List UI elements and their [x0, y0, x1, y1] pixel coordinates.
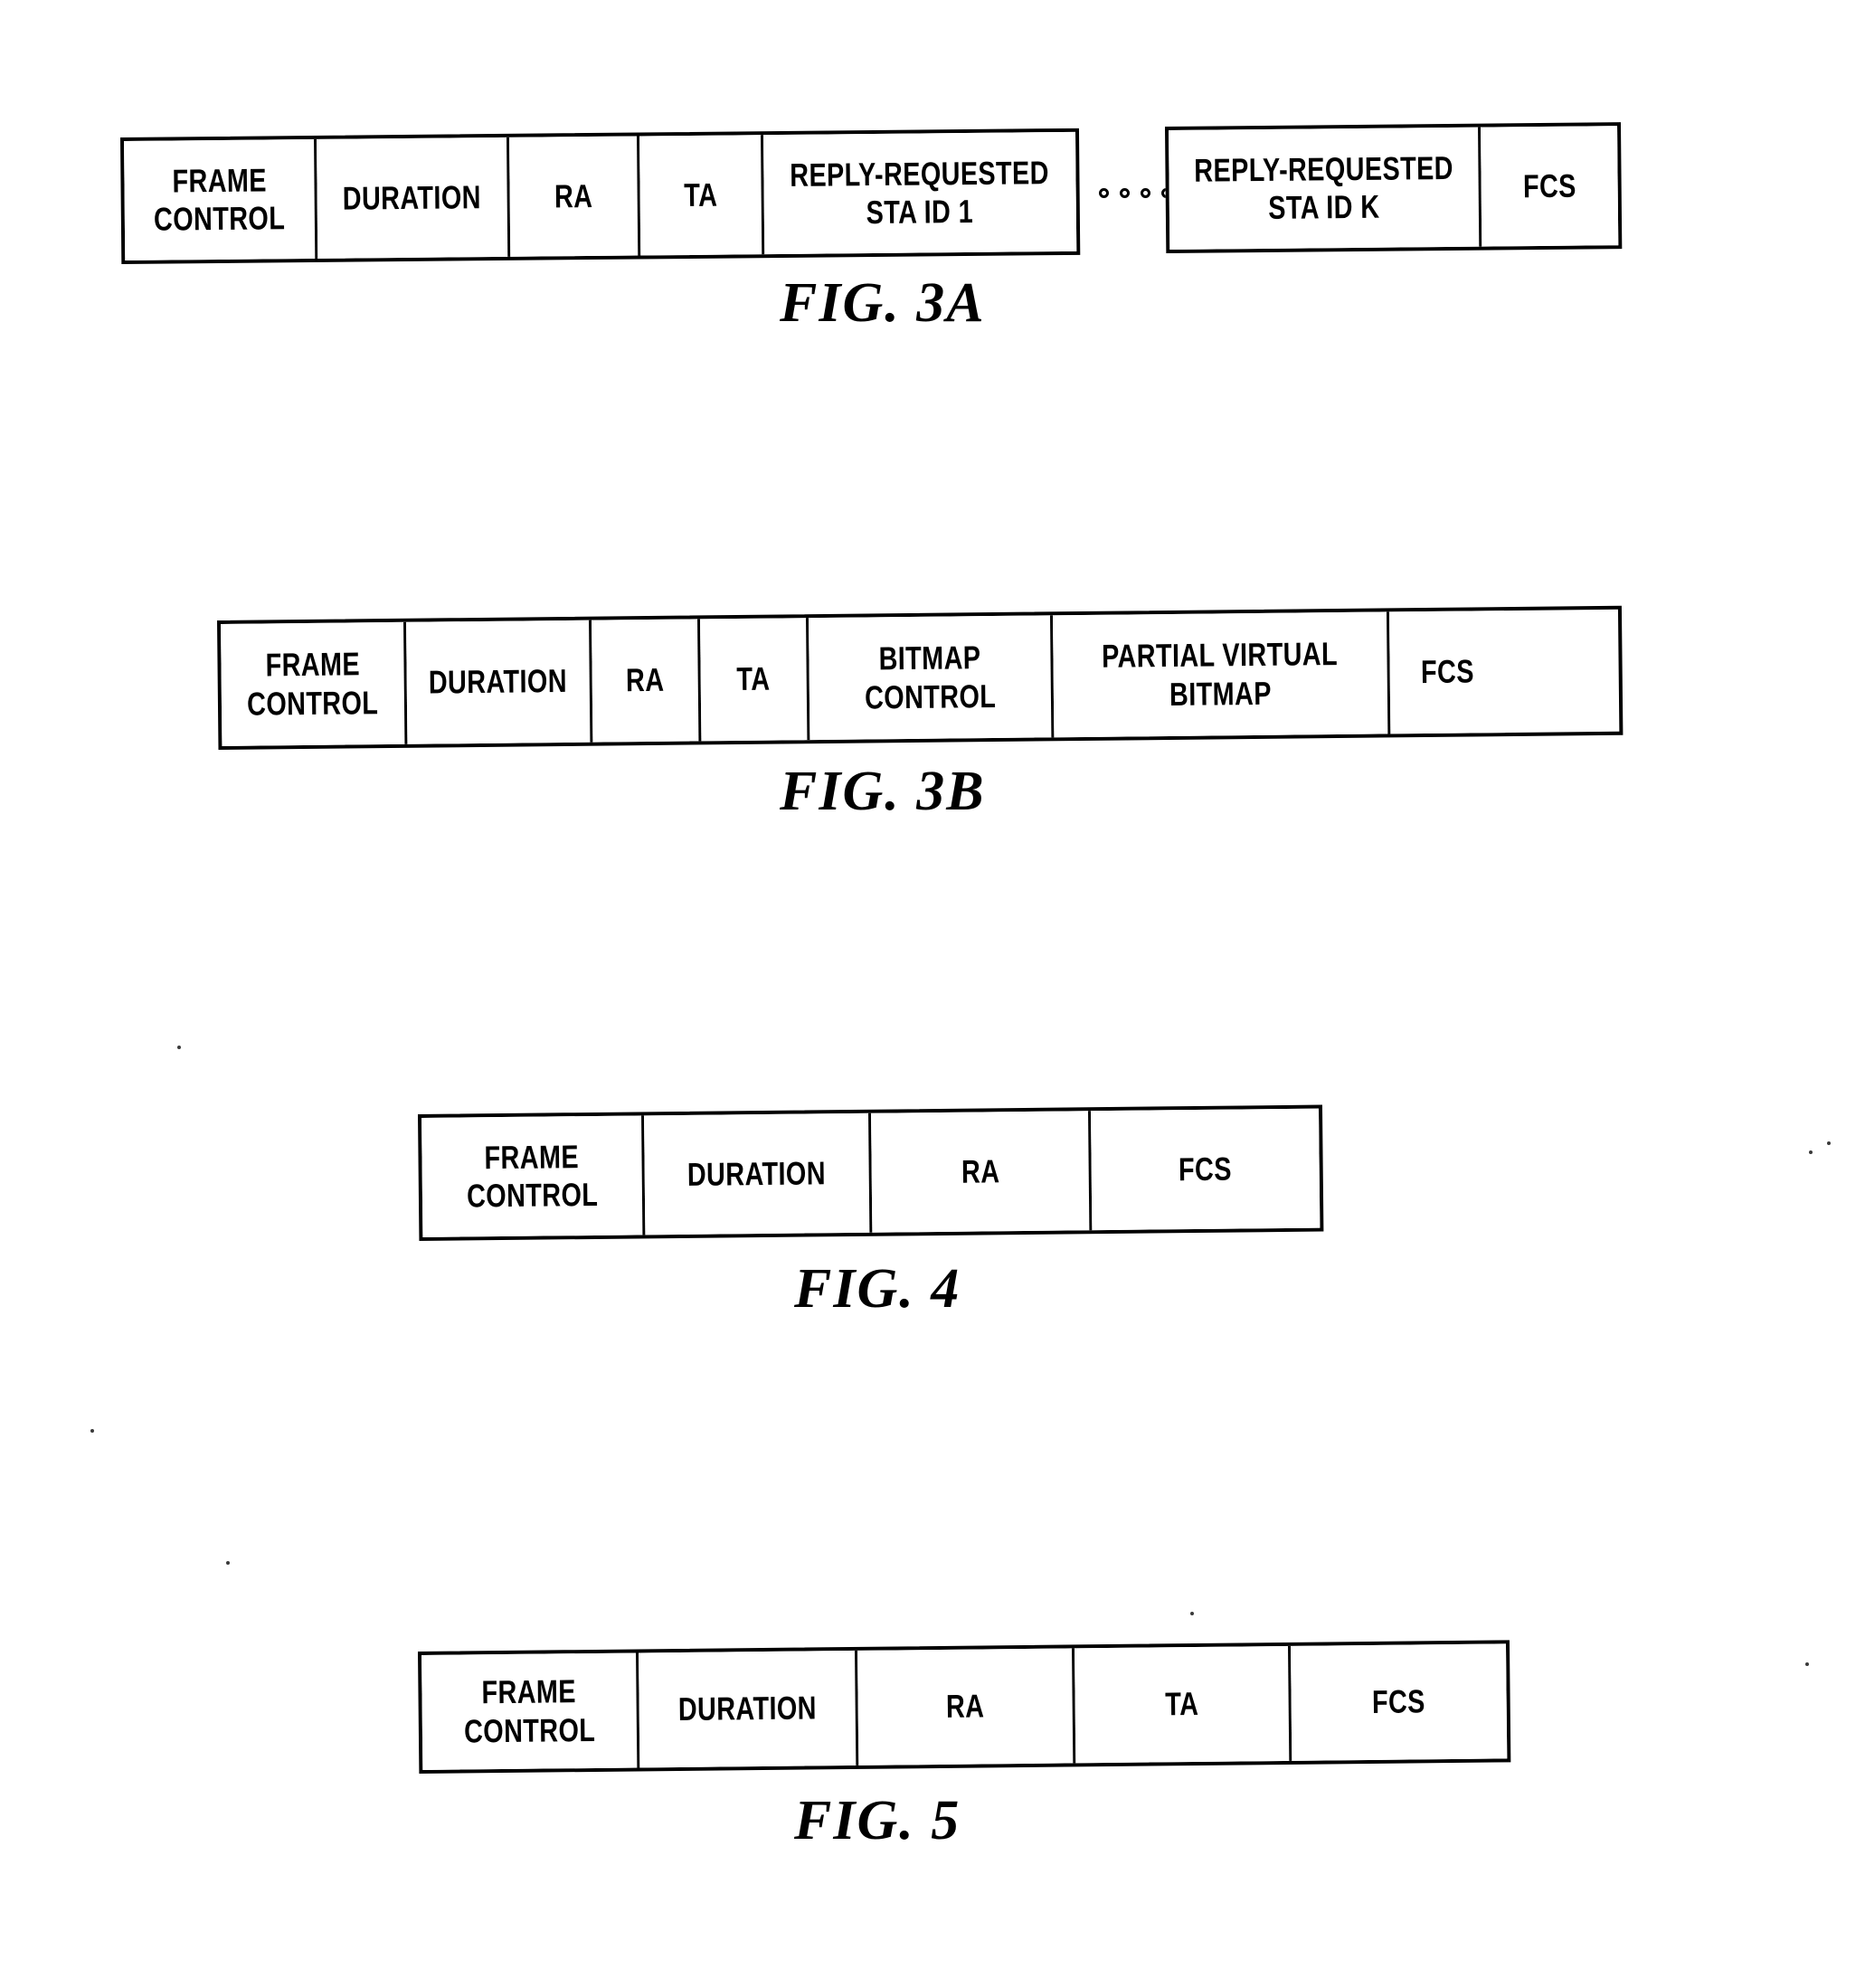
field-cell-ra: RA — [857, 1648, 1076, 1766]
field-cell-partial-virtual-bitmap: PARTIAL VIRTUAL BITMAP — [1052, 611, 1391, 738]
field-cell-duration: DURATION — [644, 1112, 873, 1235]
field-label-line: FRAME — [265, 645, 360, 684]
figure-3b: FRAME CONTROL DURATION RA TA BITMAP CONT… — [0, 0, 1865, 822]
field-label-line: BITMAP — [1169, 674, 1273, 713]
field-label-line: FCS — [1371, 1682, 1426, 1721]
field-cell-frame-control: FRAME CONTROL — [421, 1652, 640, 1770]
scan-speckle — [177, 1046, 181, 1049]
field-label-line: DURATION — [428, 662, 568, 701]
field-label-line: FCS — [1179, 1150, 1233, 1188]
field-cell-fcs: FCS — [1091, 1108, 1321, 1231]
field-label-line: TA — [1164, 1685, 1199, 1723]
field-cell-duration: DURATION — [639, 1650, 859, 1768]
scan-speckle — [1805, 1662, 1809, 1666]
field-label-line: CONTROL — [864, 677, 997, 716]
figure-caption-4: FIG. 4 — [794, 1258, 961, 1320]
field-cell-ta: TA — [1075, 1645, 1292, 1764]
scan-speckle — [1190, 1612, 1194, 1615]
field-label-line: TA — [736, 659, 771, 698]
frame-format-row-5: FRAME CONTROL DURATION RA TA FCS — [418, 1640, 1511, 1774]
figure-caption-3b: FIG. 3B — [780, 761, 986, 822]
field-label-line: CONTROL — [466, 1175, 599, 1215]
field-label-line: PARTIAL VIRTUAL — [1102, 635, 1339, 675]
field-label-line: DURATION — [686, 1154, 827, 1193]
field-label-line: RA — [961, 1152, 1000, 1190]
frame-format-row-3b: FRAME CONTROL DURATION RA TA BITMAP CONT… — [217, 605, 1624, 750]
field-cell-ra: RA — [592, 619, 702, 743]
field-label-line: RA — [625, 661, 665, 699]
field-label-line: RA — [945, 1687, 985, 1726]
field-cell-frame-control: FRAME CONTROL — [421, 1115, 646, 1237]
field-cell-ra: RA — [871, 1111, 1093, 1233]
scan-speckle — [1827, 1141, 1831, 1145]
scan-speckle — [226, 1561, 230, 1565]
scan-speckle — [1809, 1150, 1813, 1154]
field-label-line: FRAME — [481, 1672, 577, 1711]
field-cell-bitmap-control: BITMAP CONTROL — [809, 615, 1055, 741]
field-label-line: FCS — [1420, 652, 1474, 691]
field-cell-fcs: FCS — [1290, 1643, 1508, 1761]
field-label-line: FRAME — [484, 1137, 580, 1176]
field-cell-ta: TA — [700, 618, 810, 742]
field-label-line: BITMAP — [878, 639, 981, 677]
field-label-line: CONTROL — [247, 683, 379, 723]
field-cell-fcs: FCS — [1388, 611, 1506, 734]
frame-format-row-4: FRAME CONTROL DURATION RA FCS — [418, 1104, 1324, 1241]
field-cell-duration: DURATION — [406, 620, 593, 744]
field-label-line: DURATION — [677, 1689, 818, 1728]
scan-speckle — [90, 1429, 94, 1433]
field-label-line: CONTROL — [463, 1710, 596, 1749]
figure-caption-5: FIG. 5 — [794, 1790, 961, 1851]
field-cell-frame-control: FRAME CONTROL — [221, 621, 408, 746]
